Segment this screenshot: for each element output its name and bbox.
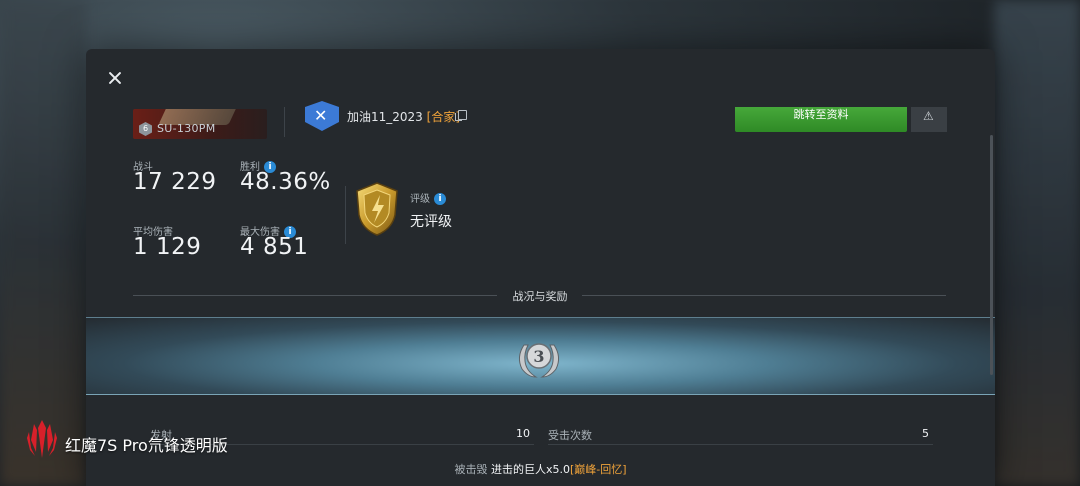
- close-icon[interactable]: [106, 69, 124, 87]
- rating-label: 评级 i: [410, 190, 446, 205]
- medal-rank: 3: [533, 347, 544, 366]
- go-to-profile-button[interactable]: 跳转至资料: [735, 107, 907, 132]
- section-divider-left: [133, 295, 497, 296]
- reward-banner: 3: [86, 317, 995, 395]
- background-right: [994, 0, 1080, 486]
- hits-received-label: 受击次数: [548, 429, 592, 442]
- destroyed-by-line: 被击毁 进击的巨人x5.0[巅峰-回忆]: [86, 461, 995, 477]
- report-button[interactable]: ⚠: [911, 107, 947, 132]
- vehicle-card: 6 SU-130PM: [133, 109, 267, 139]
- scrollbar[interactable]: [990, 135, 993, 375]
- watermark-text: 红魔7S Pro氘锋透明版: [65, 436, 228, 455]
- killer-clan-tag: [巅峰-回忆]: [569, 463, 627, 476]
- tier-badge: 6: [139, 122, 152, 136]
- header-divider: [284, 107, 285, 137]
- hits-received-value: 5: [922, 427, 929, 440]
- vehicle-name: SU-130PM: [157, 122, 216, 135]
- player-name: 加油11_2023 [合家]: [347, 108, 460, 125]
- warning-icon: ⚠: [923, 109, 934, 123]
- section-divider-right: [582, 295, 946, 296]
- battles-value: 17 229: [133, 169, 217, 195]
- copy-icon[interactable]: [455, 110, 467, 121]
- max-damage-value: 4 851: [240, 234, 309, 260]
- section-title: 战况与奖励: [512, 290, 568, 303]
- info-icon[interactable]: i: [434, 193, 446, 205]
- background-left: [0, 0, 86, 486]
- avg-damage-value: 1 129: [133, 234, 202, 260]
- hits-received-row: 受击次数 5: [548, 421, 933, 445]
- stats-divider: [345, 186, 346, 244]
- rating-value: 无评级: [410, 214, 452, 230]
- wins-value: 48.36%: [240, 169, 331, 195]
- rating-shield-icon: [356, 182, 398, 236]
- player-nickname: 加油11_2023: [347, 110, 423, 124]
- mastery-badge-icon: 3: [518, 343, 560, 378]
- player-stats-modal: 6 SU-130PM 加油11_2023 [合家] 跳转至资料 ⚠ 战斗 17 …: [86, 49, 995, 486]
- killer-name[interactable]: 进击的巨人x5.0: [491, 463, 570, 476]
- destroyed-by-label: 被击毁: [454, 463, 488, 476]
- red-magic-logo-icon: [27, 420, 57, 458]
- shots-value: 10: [516, 427, 530, 440]
- clan-emblem-icon: [305, 101, 339, 131]
- rating-label-text: 评级: [410, 194, 430, 205]
